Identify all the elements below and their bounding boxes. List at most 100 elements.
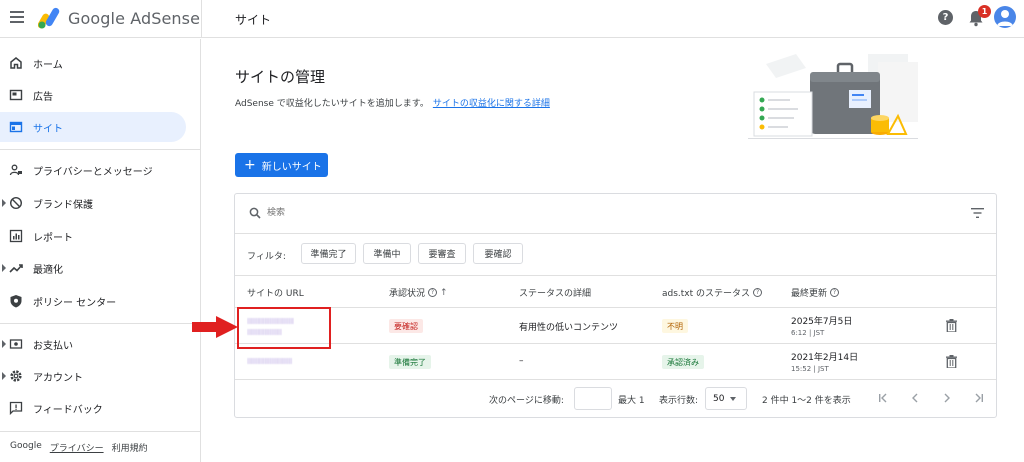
sidebar-footer: Google プライバシー 利用規約 — [10, 441, 148, 454]
updated-time: 15:52 | JST — [791, 365, 829, 373]
page-description: AdSense で収益化したいサイトを追加します。 サイトの収益化に関する詳細 — [235, 96, 550, 109]
updated-time: 6:12 | JST — [791, 329, 825, 337]
payment-icon — [9, 339, 23, 349]
sidebar-item-reports[interactable]: レポート — [0, 221, 186, 251]
plus-icon: + — [244, 157, 256, 173]
annotation-arrow-icon — [192, 316, 238, 338]
rows-per-page-value: 50 — [713, 393, 725, 404]
help-circle-icon[interactable]: ? — [428, 288, 438, 297]
sites-table-card: フィルタ: 準備完了 準備中 要審査 要確認 サイトの URL 承認状況 ? ↑… — [234, 193, 997, 418]
column-header-url[interactable]: サイトの URL — [247, 286, 304, 299]
expand-caret-icon[interactable] — [2, 199, 6, 207]
notification-badge: 1 — [978, 5, 991, 18]
help-circle-icon[interactable]: ? — [830, 288, 840, 297]
column-header-updated[interactable]: 最終更新 ? — [791, 286, 840, 299]
updated-date: 2025年7月5日 — [791, 317, 853, 327]
sidebar-item-ads[interactable]: 広告 — [0, 80, 186, 110]
first-page-icon[interactable] — [876, 391, 890, 405]
adsense-logo-icon — [38, 7, 60, 29]
updated-date: 2021年2月14日 — [791, 353, 859, 363]
sidebar-divider — [0, 149, 201, 150]
sidebar-item-privacy[interactable]: プライバシーとメッセージ — [0, 155, 186, 185]
ads-icon — [9, 89, 23, 101]
filter-list-icon[interactable] — [971, 208, 984, 218]
status-badge: 要確認 — [389, 319, 423, 333]
sidebar-item-feedback[interactable]: フィードバック — [0, 393, 186, 423]
new-site-button[interactable]: + 新しいサイト — [235, 153, 328, 177]
search-row — [235, 194, 996, 234]
sidebar-item-label: 最適化 — [33, 264, 63, 276]
last-page-icon[interactable] — [972, 391, 986, 405]
sidebar-item-optimization[interactable]: 最適化 — [0, 253, 186, 283]
gear-icon — [10, 370, 22, 382]
sidebar-item-label: 広告 — [33, 91, 53, 103]
filter-chip-needs-review[interactable]: 要審査 — [418, 243, 466, 264]
rows-per-page-select[interactable]: 50 — [705, 387, 747, 410]
report-icon — [9, 229, 23, 243]
avatar[interactable] — [994, 6, 1016, 28]
site-url-blurred[interactable]: llllllllllllllllllllllllll — [247, 357, 292, 366]
filter-chip-preparing[interactable]: 準備中 — [363, 243, 411, 264]
sidebar-item-policy-center[interactable]: ポリシー センター — [0, 286, 186, 316]
sidebar-item-brand-protection[interactable]: ブランド保護 — [0, 188, 186, 218]
sidebar-item-label: ブランド保護 — [33, 199, 93, 211]
table-row[interactable]: llllllllllllllllllllllllll 準備完了 – 承認済み 2… — [235, 344, 996, 380]
prev-page-icon[interactable] — [908, 391, 922, 405]
learn-more-link[interactable]: サイトの収益化に関する詳細 — [433, 99, 550, 109]
expand-caret-icon[interactable] — [2, 340, 6, 348]
sidebar-item-sites[interactable]: サイト — [0, 112, 186, 142]
privacy-link[interactable]: プライバシー — [50, 441, 104, 454]
ads-txt-badge: 承認済み — [662, 355, 704, 369]
ads-txt-badge: 不明 — [662, 319, 688, 333]
status-detail: 有用性の低いコンテンツ — [519, 323, 619, 333]
feedback-icon — [9, 401, 23, 415]
sidebar-item-label: ホーム — [33, 59, 63, 71]
sidebar-item-label: フィードバック — [33, 404, 103, 416]
trash-icon[interactable] — [946, 355, 957, 368]
filter-chip-needs-attention[interactable]: 要確認 — [473, 243, 523, 264]
goto-page-input[interactable] — [574, 387, 612, 410]
column-label: 承認状況 — [389, 289, 426, 299]
expand-caret-icon[interactable] — [2, 372, 6, 380]
help-circle-icon[interactable]: ? — [753, 288, 763, 297]
expand-caret-icon[interactable] — [2, 264, 6, 272]
sidebar-item-home[interactable]: ホーム — [0, 48, 186, 78]
sidebar-item-label: プライバシーとメッセージ — [33, 166, 153, 178]
table-row[interactable]: lllllllllllllllllllllllllll llllllllllll… — [235, 308, 996, 344]
chevron-down-icon — [730, 396, 737, 401]
app-name: Google AdSense — [68, 9, 201, 28]
sidebar-item-payments[interactable]: お支払い — [0, 329, 186, 359]
search-input[interactable] — [267, 205, 567, 221]
table-header: サイトの URL 承認状況 ? ↑ ステータスの詳細 ads.txt のステータ… — [235, 276, 996, 308]
column-label: サイトの URL — [247, 289, 304, 299]
sidebar-divider — [0, 323, 201, 324]
menu-icon[interactable] — [10, 11, 24, 23]
sidebar-item-label: レポート — [33, 232, 73, 244]
sidebar-divider — [0, 431, 201, 432]
annotation-highlight-box — [237, 307, 331, 349]
filter-row: フィルタ: 準備完了 準備中 要審査 要確認 — [235, 234, 996, 276]
column-header-ads-txt[interactable]: ads.txt のステータス ? — [662, 286, 763, 299]
pagination-bar: 次のページに移動: 最大 1 表示行数: 50 2 件中 1〜2 件を表示 — [235, 380, 996, 418]
hero-illustration — [748, 54, 918, 139]
new-site-label: 新しいサイト — [261, 161, 322, 173]
block-icon — [9, 196, 23, 210]
sidebar-item-account[interactable]: アカウント — [0, 361, 186, 391]
sort-arrow-up-icon[interactable]: ↑ — [440, 288, 448, 298]
goto-page-label: 次のページに移動: — [489, 396, 564, 406]
range-label: 2 件中 1〜2 件を表示 — [762, 396, 851, 406]
top-bar: Google AdSense サイト ? 1 — [0, 0, 1024, 38]
column-header-detail[interactable]: ステータスの詳細 — [519, 286, 591, 299]
user-icon — [997, 10, 1013, 26]
help-icon[interactable]: ? — [938, 10, 953, 25]
sidebar: ホーム 広告 サイト プライバシーとメッセージ ブランド保護 レポート 最適化 … — [0, 39, 201, 462]
column-label: ステータスの詳細 — [519, 289, 592, 299]
next-page-icon[interactable] — [940, 391, 954, 405]
column-header-approval[interactable]: 承認状況 ? ↑ — [389, 286, 448, 300]
column-label: ads.txt のステータス — [662, 289, 751, 299]
filter-chip-ready[interactable]: 準備完了 — [301, 243, 356, 264]
trash-icon[interactable] — [946, 319, 957, 332]
status-badge: 準備完了 — [389, 355, 431, 369]
sites-icon — [9, 121, 23, 133]
terms-link[interactable]: 利用規約 — [112, 441, 148, 454]
